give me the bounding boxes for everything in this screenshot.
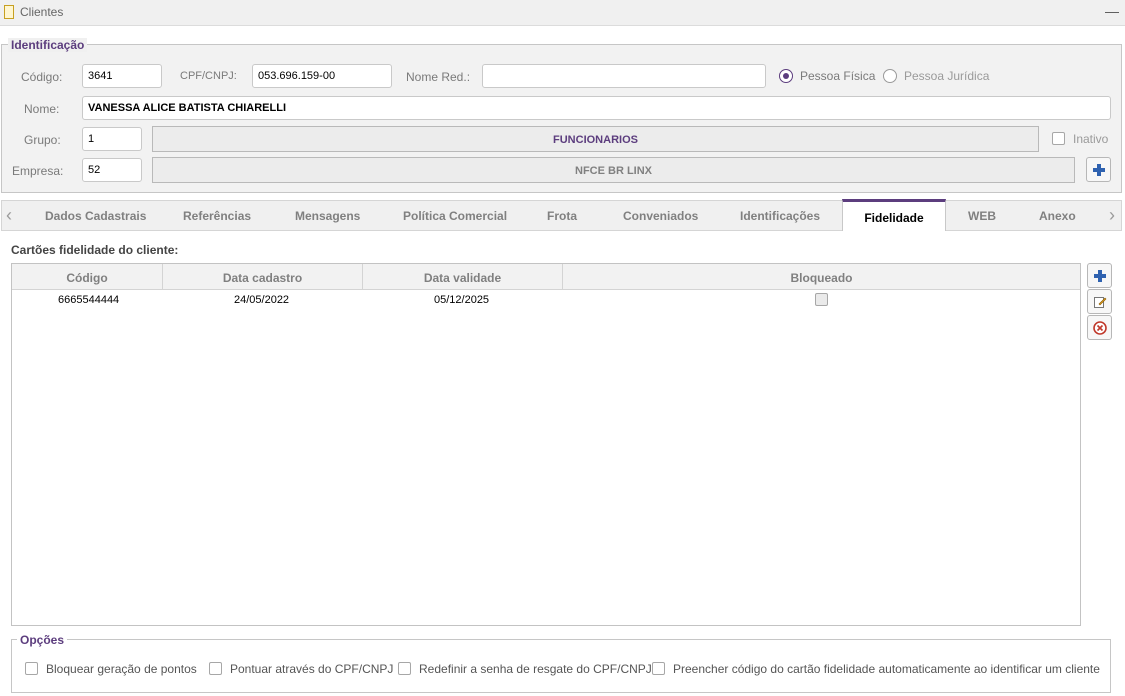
plus-icon [1093, 270, 1106, 282]
pontuar-cpf-checkbox[interactable] [209, 662, 222, 675]
nome-input[interactable]: VANESSA ALICE BATISTA CHIARELLI [82, 96, 1111, 120]
add-empresa-button[interactable] [1086, 157, 1111, 182]
section-title: Cartões fidelidade do cliente: [11, 243, 179, 257]
tab-mensagens[interactable]: Mensagens [295, 209, 360, 223]
title-bar: Clientes — [0, 0, 1125, 26]
tab-frota[interactable]: Frota [547, 209, 577, 223]
column-header-data-cadastro[interactable]: Data cadastro [163, 264, 363, 290]
nome-label: Nome: [24, 102, 60, 116]
tab-bar: ‹ Dados Cadastrais Referências Mensagens… [1, 199, 1122, 231]
tab-referencias[interactable]: Referências [183, 209, 251, 223]
tab-politica-comercial[interactable]: Política Comercial [403, 209, 507, 223]
edit-icon [1093, 297, 1106, 308]
preencher-codigo-label: Preencher código do cartão fidelidade au… [673, 662, 1100, 676]
opcoes-legend: Opções [17, 633, 68, 647]
fidelidade-grid: Código Data cadastro Data validade Bloqu… [11, 263, 1081, 626]
grid-header: Código Data cadastro Data validade Bloqu… [12, 264, 1080, 290]
cell-data-validade: 05/12/2025 [434, 294, 490, 306]
column-header-data-validade[interactable]: Data validade [363, 264, 563, 290]
tab-conveniados[interactable]: Conveniados [623, 209, 698, 223]
empresa-input[interactable]: 52 [82, 158, 142, 182]
column-header-bloqueado[interactable]: Bloqueado [563, 264, 1080, 290]
empresa-label: Empresa: [12, 164, 64, 178]
column-header-codigo[interactable]: Código [12, 264, 163, 290]
nome-red-label: Nome Red.: [406, 70, 471, 84]
plus-icon [1092, 164, 1105, 176]
codigo-input[interactable]: 3641 [82, 64, 162, 88]
redefinir-senha-checkbox[interactable] [398, 662, 411, 675]
inativo-label: Inativo [1073, 132, 1109, 146]
tab-dados-cadastrais[interactable]: Dados Cadastrais [45, 209, 146, 223]
pessoa-juridica-label: Pessoa Jurídica [904, 69, 990, 83]
delete-card-button[interactable] [1087, 315, 1112, 340]
cell-data-cadastro: 24/05/2022 [234, 294, 290, 306]
grupo-label: Grupo: [24, 133, 61, 147]
pessoa-juridica-radio[interactable] [883, 69, 897, 83]
preencher-codigo-checkbox[interactable] [652, 662, 665, 675]
app-icon [4, 5, 14, 19]
tab-web[interactable]: WEB [968, 209, 996, 223]
cpf-label: CPF/CNPJ: [180, 70, 237, 82]
grupo-input[interactable]: 1 [82, 127, 142, 151]
delete-icon [1092, 321, 1107, 335]
codigo-label: Código: [21, 70, 63, 84]
cell-bloqueado-checkbox[interactable] [815, 293, 828, 306]
nome-red-input[interactable] [482, 64, 766, 88]
grupo-name-display: FUNCIONARIOS [152, 126, 1039, 152]
cpf-input[interactable]: 053.696.159-00 [252, 64, 392, 88]
pontuar-cpf-label: Pontuar através do CPF/CNPJ [230, 662, 394, 676]
inativo-checkbox[interactable] [1052, 132, 1065, 145]
tab-anexo[interactable]: Anexo [1039, 209, 1076, 223]
redefinir-senha-label: Redefinir a senha de resgate do CPF/CNPJ [419, 662, 652, 676]
tab-fidelidade[interactable]: Fidelidade [842, 199, 946, 231]
tab-identificacoes[interactable]: Identificações [740, 209, 820, 223]
pessoa-fisica-label: Pessoa Física [800, 69, 876, 83]
edit-card-button[interactable] [1087, 289, 1112, 314]
add-card-button[interactable] [1087, 263, 1112, 288]
empresa-name-display: NFCE BR LINX [152, 157, 1075, 183]
bloquear-pontos-checkbox[interactable] [25, 662, 38, 675]
bloquear-pontos-label: Bloquear geração de pontos [46, 662, 197, 676]
minimize-button[interactable]: — [1105, 3, 1119, 19]
window-title: Clientes [20, 5, 64, 19]
cell-codigo: 6665544444 [58, 294, 120, 306]
identificacao-legend: Identificação [8, 38, 88, 52]
tab-scroll-left-icon[interactable]: ‹ [6, 205, 12, 226]
pessoa-fisica-radio[interactable] [779, 69, 793, 83]
tab-scroll-right-icon[interactable]: › [1109, 205, 1115, 226]
